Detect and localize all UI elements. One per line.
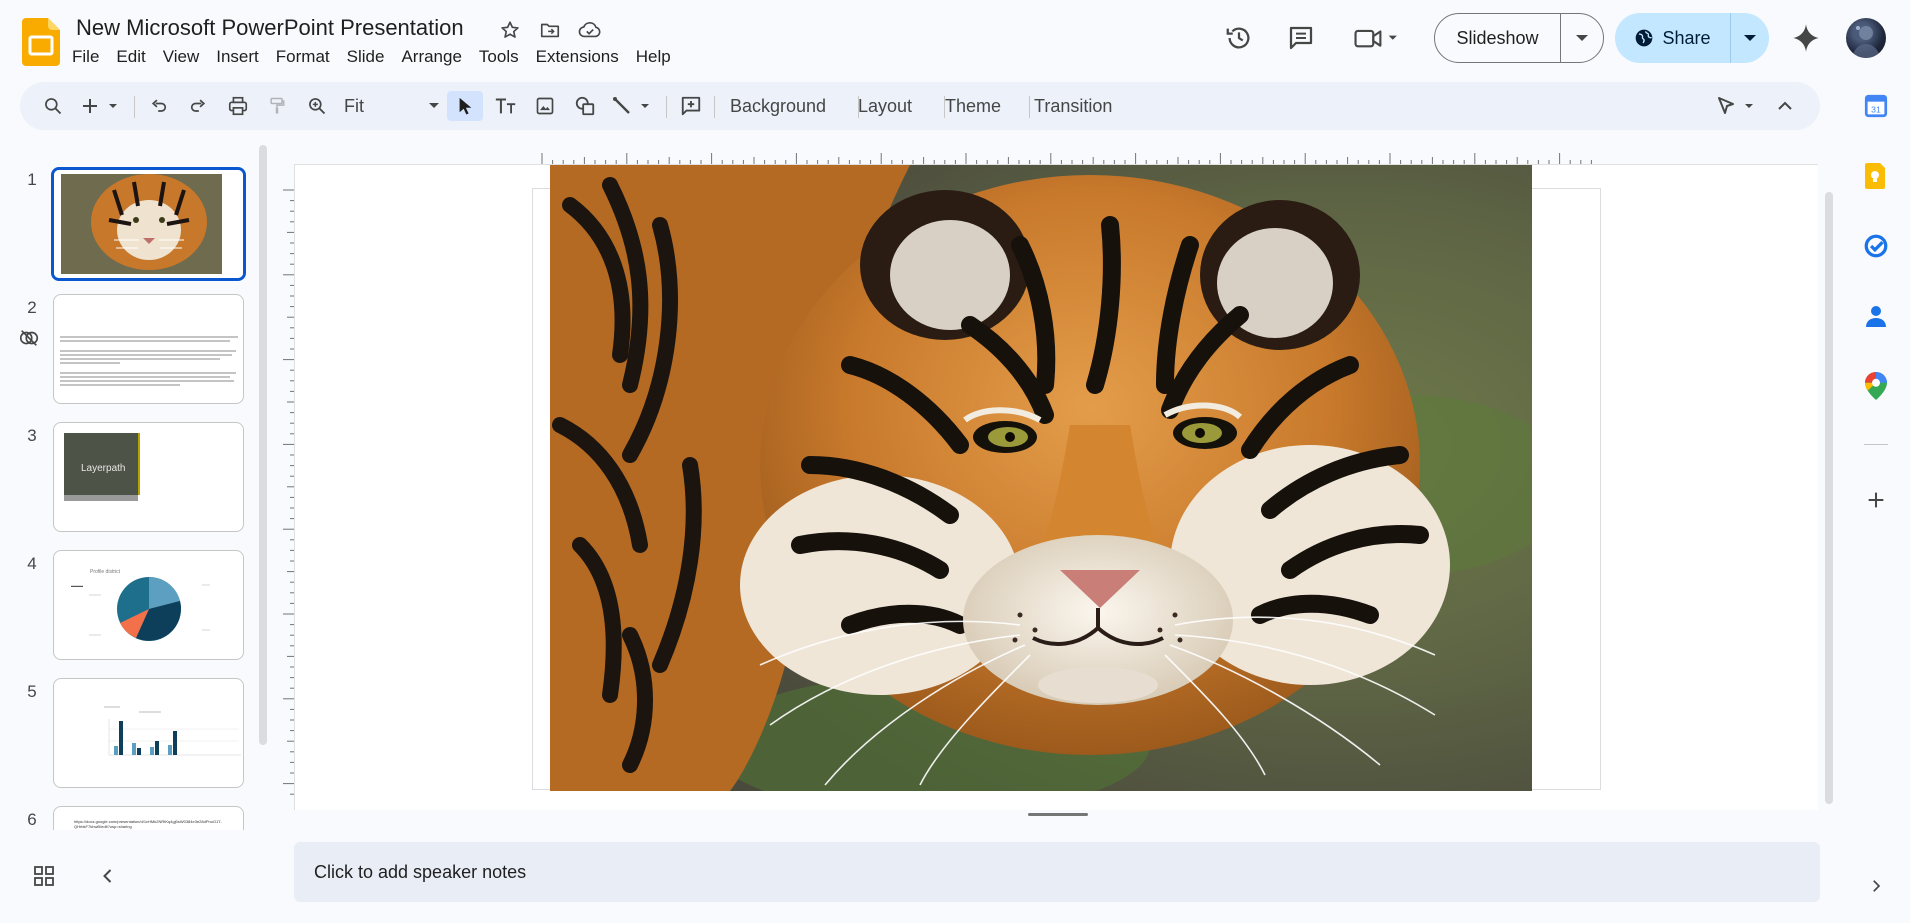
star-icon[interactable] xyxy=(496,16,524,44)
slide-number: 1 xyxy=(27,170,37,189)
slide-number: 3 xyxy=(27,426,37,445)
slide-number: 6 xyxy=(27,810,37,829)
slide-thumbnail-2[interactable] xyxy=(53,294,244,404)
account-avatar[interactable] xyxy=(1846,18,1886,58)
add-comment-icon[interactable] xyxy=(676,91,706,121)
theme-button[interactable]: Theme xyxy=(937,91,1009,121)
paint-format-icon[interactable] xyxy=(262,91,292,121)
thumbnail-chart-title: Profile district xyxy=(90,569,121,575)
speaker-notes[interactable]: Click to add speaker notes xyxy=(294,842,1820,902)
slide-thumbnail-3[interactable]: Layerpath xyxy=(53,422,244,532)
thumbnail-caption: Layerpath xyxy=(81,463,125,474)
menu-view[interactable]: View xyxy=(157,46,206,69)
tiger-image[interactable] xyxy=(550,165,1532,791)
calendar-icon[interactable]: 31 xyxy=(1862,92,1890,120)
speaker-notes-placeholder: Click to add speaker notes xyxy=(314,861,527,882)
editor-scrollbar[interactable] xyxy=(1825,192,1833,804)
layout-button[interactable]: Layout xyxy=(850,91,920,121)
collapse-toolbar-icon[interactable] xyxy=(1770,91,1800,121)
zoom-value: Fit xyxy=(344,95,364,116)
toolbar: Fit Background Layout Theme Transition xyxy=(20,82,1820,130)
version-history-icon[interactable] xyxy=(1219,18,1259,58)
slide-number: 4 xyxy=(27,554,37,573)
slideshow-dropdown-icon[interactable] xyxy=(1561,14,1603,62)
slide-thumbnail-5[interactable] xyxy=(53,678,244,788)
chevron-down-icon xyxy=(429,103,439,108)
expand-side-panel-icon[interactable] xyxy=(1862,872,1890,900)
redo-icon[interactable] xyxy=(183,91,213,121)
menu-slide[interactable]: Slide xyxy=(341,46,391,69)
pen-tool-icon[interactable] xyxy=(1712,91,1764,121)
slideshow-label[interactable]: Slideshow xyxy=(1435,14,1561,62)
filmstrip-scrollbar[interactable] xyxy=(259,145,267,745)
slide-thumbnail-1[interactable] xyxy=(51,167,246,281)
add-icon[interactable] xyxy=(1862,486,1890,514)
share-button[interactable]: Share xyxy=(1615,13,1769,63)
share-label: Share xyxy=(1662,27,1711,48)
video-camera-icon[interactable] xyxy=(1350,18,1406,58)
zoom-select[interactable]: Fit xyxy=(338,91,448,121)
collapse-filmstrip-icon[interactable] xyxy=(96,864,120,888)
slideshow-button[interactable]: Slideshow xyxy=(1434,13,1604,63)
undo-icon[interactable] xyxy=(144,91,174,121)
transition-button[interactable]: Transition xyxy=(1026,91,1120,121)
menu-arrange[interactable]: Arrange xyxy=(395,46,467,69)
slide-number: 2 xyxy=(27,298,37,317)
move-folder-icon[interactable] xyxy=(536,16,564,44)
slide-number: 5 xyxy=(27,682,37,701)
slides-logo-icon[interactable] xyxy=(22,18,62,66)
maps-icon[interactable] xyxy=(1862,372,1890,400)
menu-tools[interactable]: Tools xyxy=(473,46,525,69)
background-button[interactable]: Background xyxy=(722,91,834,121)
zoom-icon[interactable] xyxy=(302,91,332,121)
slide-filmstrip: 1 2 3 Layerpath 4 Profile district ▬▬▬ 5… xyxy=(0,145,260,830)
svg-text:31: 31 xyxy=(1871,105,1881,115)
cloud-saved-icon[interactable] xyxy=(576,16,604,44)
line-tool-icon[interactable] xyxy=(610,91,658,121)
menu-bar: File Edit View Insert Format Slide Arran… xyxy=(66,46,682,69)
menu-extensions[interactable]: Extensions xyxy=(530,46,625,69)
document-title[interactable]: New Microsoft PowerPoint Presentation xyxy=(76,15,464,41)
menu-help[interactable]: Help xyxy=(630,46,677,69)
side-panel: 31 xyxy=(1850,78,1910,923)
notes-resize-handle[interactable] xyxy=(1028,813,1088,816)
grid-view-icon[interactable] xyxy=(32,864,56,888)
vertical-ruler[interactable] xyxy=(282,188,294,798)
print-icon[interactable] xyxy=(223,91,253,121)
slide-thumbnail-6[interactable]: https://docs.google.com/presentation/d/1… xyxy=(53,806,244,830)
text-box-icon[interactable] xyxy=(489,91,523,121)
horizontal-ruler[interactable] xyxy=(540,152,1602,164)
share-dropdown-icon[interactable] xyxy=(1731,13,1769,63)
comment-icon[interactable] xyxy=(1281,18,1321,58)
menu-insert[interactable]: Insert xyxy=(210,46,265,69)
shape-icon[interactable] xyxy=(570,91,600,121)
insert-image-icon[interactable] xyxy=(530,91,560,121)
menu-edit[interactable]: Edit xyxy=(110,46,151,69)
slide-thumbnail-4[interactable]: Profile district ▬▬▬ xyxy=(53,550,244,660)
new-slide-icon[interactable] xyxy=(80,91,124,121)
keep-icon[interactable] xyxy=(1862,162,1890,190)
select-tool-icon[interactable] xyxy=(447,91,483,121)
linked-object-icon[interactable] xyxy=(18,327,40,349)
contacts-icon[interactable] xyxy=(1862,302,1890,330)
search-menus-icon[interactable] xyxy=(38,91,68,121)
svg-text:▬▬▬: ▬▬▬ xyxy=(71,583,83,588)
gemini-sparkle-icon[interactable] xyxy=(1788,20,1824,56)
top-bar: New Microsoft PowerPoint Presentation Fi… xyxy=(0,0,1910,78)
thumbnail-url-text: https://docs.google.com/presentation/d/1… xyxy=(74,819,222,829)
globe-icon xyxy=(1636,29,1653,47)
menu-format[interactable]: Format xyxy=(270,46,336,69)
tasks-icon[interactable] xyxy=(1862,232,1890,260)
menu-file[interactable]: File xyxy=(66,46,105,69)
